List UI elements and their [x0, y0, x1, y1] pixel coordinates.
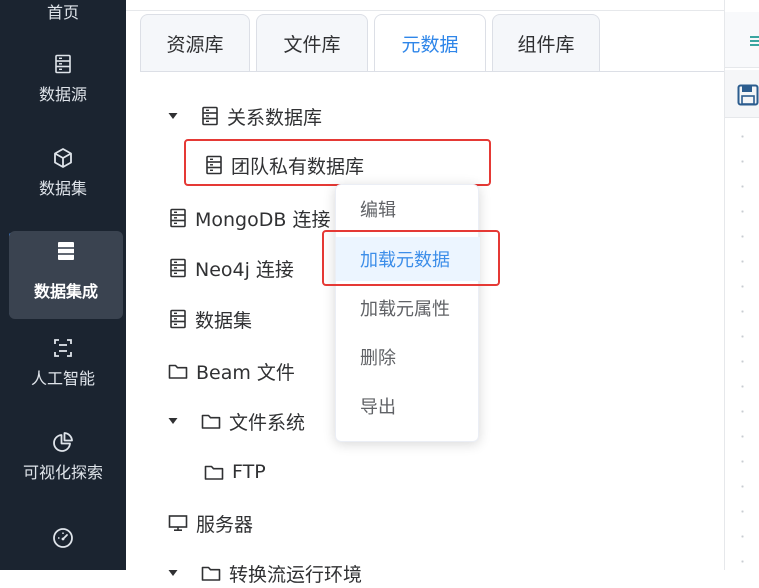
tree-node-ftp[interactable]: FTP — [204, 457, 266, 487]
canvas-toolbar — [725, 70, 759, 118]
tab-resource-library[interactable]: 资源库 — [140, 14, 250, 72]
sidebar-item-home[interactable]: 首页 — [0, 2, 126, 24]
caret-down-icon[interactable] — [167, 110, 179, 122]
sidebar-item-data-source[interactable]: 数据源 — [0, 52, 126, 106]
menu-item-label: 导出 — [360, 397, 396, 418]
menu-item-label: 删除 — [360, 348, 396, 369]
menu-item-delete[interactable]: 删除 — [336, 335, 480, 379]
tree-node-label: 关系数据库 — [227, 106, 323, 129]
tree-node-label: Beam 文件 — [196, 361, 295, 384]
cube-icon — [54, 148, 72, 168]
tree-node-relational-db[interactable]: 关系数据库 — [167, 101, 322, 131]
scan-icon — [54, 339, 72, 357]
sidebar-item-ai[interactable]: 人工智能 — [0, 336, 126, 390]
sidebar-item-label: 数据集成 — [33, 282, 98, 301]
tree-node-server[interactable]: 服务器 — [168, 508, 253, 538]
sidebar-item-dataset[interactable]: 数据集 — [0, 146, 126, 200]
divider — [126, 10, 724, 11]
tree-node-beam-file[interactable]: Beam 文件 — [168, 356, 295, 386]
tab-label: 文件库 — [283, 34, 341, 56]
tree-node-file-system[interactable]: 文件系统 — [167, 406, 305, 436]
menu-item-label: 编辑 — [360, 200, 396, 221]
context-menu: 编辑 加载元数据 加载元属性 删除 导出 — [335, 184, 480, 442]
tree-node-label: 转换流运行环境 — [229, 563, 363, 586]
server-icon — [58, 242, 74, 260]
tree-node-neo4j[interactable]: Neo4j 连接 — [169, 253, 294, 283]
sidebar-item-visual-explore[interactable]: 可视化探索 — [0, 430, 126, 484]
database-icon — [55, 54, 71, 74]
tab-component-library[interactable]: 组件库 — [492, 14, 600, 72]
caret-down-icon[interactable] — [167, 567, 179, 579]
tab-label: 元数据 — [401, 34, 459, 56]
sidebar-item-label: 首页 — [46, 3, 79, 22]
tab-metadata[interactable]: 元数据 — [374, 14, 486, 72]
menu-item-load-attributes[interactable]: 加载元属性 — [336, 286, 480, 330]
folder-icon — [201, 412, 221, 430]
sidebar-item-label: 可视化探索 — [22, 463, 103, 482]
database-icon — [169, 208, 187, 228]
tree-node-label: 数据集 — [195, 309, 253, 332]
sidebar-item-label: 人工智能 — [30, 369, 95, 388]
tree-node-label: 团队私有数据库 — [231, 155, 365, 178]
save-icon[interactable] — [737, 84, 759, 106]
monitor-icon — [168, 514, 188, 532]
canvas-tab-bar — [725, 12, 759, 68]
database-icon — [169, 258, 187, 278]
pie-chart-icon — [53, 432, 73, 452]
database-icon — [205, 155, 223, 175]
tree-node-label: MongoDB 连接 — [195, 208, 331, 231]
highlight-outline — [322, 230, 500, 286]
flow-icon[interactable] — [749, 34, 759, 48]
tree-node-mongodb[interactable]: MongoDB 连接 — [169, 203, 330, 233]
tree-node-team-private-db[interactable]: 团队私有数据库 — [205, 150, 364, 180]
canvas-grid[interactable] — [725, 120, 759, 570]
folder-icon — [204, 463, 224, 481]
tab-file-library[interactable]: 文件库 — [256, 14, 368, 72]
database-icon — [169, 309, 187, 329]
caret-down-icon[interactable] — [167, 415, 179, 427]
sidebar-item-monitor[interactable] — [0, 526, 126, 550]
gauge-icon — [53, 528, 73, 548]
tree-node-runtime-env[interactable]: 转换流运行环境 — [167, 558, 362, 588]
database-icon — [201, 106, 219, 126]
menu-item-export[interactable]: 导出 — [336, 384, 480, 428]
tree-node-label: 文件系统 — [229, 411, 306, 434]
tree-node-label: FTP — [232, 461, 266, 483]
tab-label: 资源库 — [166, 34, 224, 56]
sidebar-item-label: 数据集 — [38, 179, 87, 198]
menu-item-label: 加载元属性 — [360, 299, 450, 320]
canvas-panel — [724, 0, 759, 570]
menu-item-edit[interactable]: 编辑 — [336, 187, 480, 231]
tree-node-label: Neo4j 连接 — [195, 258, 294, 281]
tab-label: 组件库 — [517, 34, 575, 56]
sidebar-item-label: 数据源 — [38, 85, 87, 104]
divider — [140, 71, 724, 72]
sidebar-item-data-integration[interactable]: 数据集成 — [9, 231, 123, 319]
folder-icon — [201, 564, 221, 582]
sidebar-nav: 首页 数据源 数据集 数据集成 人工智能 可视化探索 — [0, 0, 126, 570]
folder-icon — [168, 362, 188, 380]
tree-node-label: 服务器 — [196, 513, 254, 536]
tree-node-dataset[interactable]: 数据集 — [169, 304, 252, 334]
